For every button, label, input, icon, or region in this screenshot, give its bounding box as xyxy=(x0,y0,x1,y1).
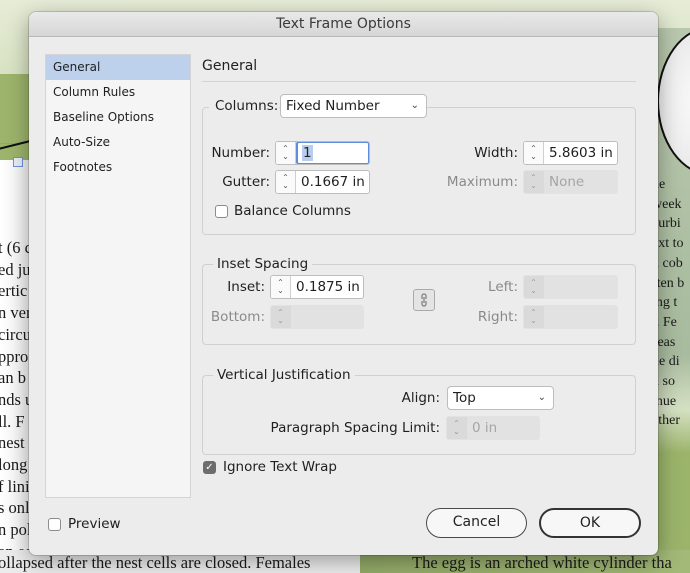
bottom-input xyxy=(291,306,363,328)
text-frame-options-dialog: Text Frame Options General Column Rules … xyxy=(29,12,658,555)
sidebar-item-general[interactable]: General xyxy=(46,55,190,80)
balance-columns-checkbox[interactable] xyxy=(215,205,228,218)
maximum-label: Maximum: xyxy=(446,174,518,190)
right-input xyxy=(544,306,617,328)
maximum-stepper: ⌃ ⌄ xyxy=(524,171,544,193)
balance-columns-label[interactable]: Balance Columns xyxy=(234,203,351,219)
width-input[interactable]: 5.8603 in xyxy=(544,142,617,164)
vertical-justification-group xyxy=(202,375,636,455)
columns-type-dropdown[interactable]: Fixed Number ⌄ xyxy=(280,94,427,118)
left-field: ⌃ ⌄ xyxy=(523,275,618,299)
preview-label[interactable]: Preview xyxy=(68,516,121,532)
sidebar-item-footnotes[interactable]: Footnotes xyxy=(46,155,190,180)
bottom-stepper: ⌃ ⌄ xyxy=(271,306,291,328)
left-input xyxy=(544,276,617,298)
document-text-bottom-left: ollapsed after the nest cells are closed… xyxy=(0,553,311,572)
maximum-input: None xyxy=(549,174,585,190)
paragraph-spacing-limit-stepper: ⌃ ⌄ xyxy=(447,417,467,439)
cancel-button[interactable]: Cancel xyxy=(426,508,527,538)
document-text-bottom-right: The egg is an arched white cylinder tha xyxy=(412,553,672,572)
columns-label: Columns: xyxy=(215,98,279,114)
vertical-justification-legend: Vertical Justification xyxy=(213,367,355,383)
sidebar-item-auto-size[interactable]: Auto-Size xyxy=(46,130,190,155)
dialog-title: Text Frame Options xyxy=(29,12,658,37)
gutter-label: Gutter: xyxy=(222,174,270,190)
sidebar-item-column-rules[interactable]: Column Rules xyxy=(46,80,190,105)
inset-stepper[interactable]: ⌃ ⌄ xyxy=(271,276,291,298)
inset-spacing-legend: Inset Spacing xyxy=(213,256,313,272)
number-input[interactable]: 1 xyxy=(296,142,369,164)
chevron-down-icon: ⌄ xyxy=(530,152,537,161)
number-label: Number: xyxy=(211,145,270,161)
panel-title: General xyxy=(202,58,258,74)
number-field[interactable]: ⌃ ⌄ 1 xyxy=(275,141,370,165)
paragraph-spacing-limit-field: ⌃ ⌄ 0 in xyxy=(446,416,540,440)
align-dropdown[interactable]: Top ⌄ xyxy=(447,386,554,410)
right-label: Right: xyxy=(477,309,518,325)
maximum-field: ⌃ ⌄ None xyxy=(523,170,618,194)
chevron-down-icon: ⌄ xyxy=(282,152,289,161)
width-field[interactable]: ⌃ ⌄ 5.8603 in xyxy=(523,141,618,165)
checkmark-icon: ✓ xyxy=(205,462,214,473)
chevron-down-icon: ⌄ xyxy=(530,286,537,295)
preview-checkbox[interactable] xyxy=(48,518,61,531)
sidebar: General Column Rules Baseline Options Au… xyxy=(45,54,191,498)
chain-link-icon xyxy=(421,293,427,307)
chevron-down-icon: ⌄ xyxy=(530,181,537,190)
chevron-down-icon: ⌄ xyxy=(530,316,537,325)
inset-label: Inset: xyxy=(227,279,265,295)
chevron-down-icon: ⌄ xyxy=(453,427,460,436)
panel-divider xyxy=(202,81,636,82)
inset-input[interactable]: 0.1875 in xyxy=(291,276,363,298)
columns-type-value: Fixed Number xyxy=(286,98,380,114)
sidebar-item-baseline-options[interactable]: Baseline Options xyxy=(46,105,190,130)
number-value: 1 xyxy=(302,145,313,161)
left-label: Left: xyxy=(488,279,518,295)
right-stepper: ⌃ ⌄ xyxy=(524,306,544,328)
paragraph-spacing-limit-input: 0 in xyxy=(472,420,498,436)
gutter-field[interactable]: ⌃ ⌄ 0.1667 in xyxy=(275,170,370,194)
inset-field[interactable]: ⌃ ⌄ 0.1875 in xyxy=(270,275,364,299)
width-stepper[interactable]: ⌃ ⌄ xyxy=(524,142,544,164)
left-stepper: ⌃ ⌄ xyxy=(524,276,544,298)
bottom-field: ⌃ ⌄ xyxy=(270,305,364,329)
number-stepper[interactable]: ⌃ ⌄ xyxy=(276,142,296,164)
chevron-down-icon: ⌄ xyxy=(282,181,289,190)
ignore-text-wrap-label[interactable]: Ignore Text Wrap xyxy=(223,459,337,475)
width-label: Width: xyxy=(474,145,518,161)
paragraph-spacing-limit-label: Paragraph Spacing Limit: xyxy=(270,420,440,436)
chevron-down-icon: ⌄ xyxy=(277,286,284,295)
frame-handle[interactable] xyxy=(13,157,23,167)
chevron-down-icon: ⌄ xyxy=(277,316,284,325)
align-label: Align: xyxy=(401,390,440,406)
right-field: ⌃ ⌄ xyxy=(523,305,618,329)
ok-button[interactable]: OK xyxy=(539,508,641,538)
link-inset-button[interactable] xyxy=(413,289,435,311)
gutter-stepper[interactable]: ⌃ ⌄ xyxy=(276,171,296,193)
chevron-down-icon: ⌄ xyxy=(537,392,546,403)
gutter-input[interactable]: 0.1667 in xyxy=(296,171,369,193)
chevron-down-icon: ⌄ xyxy=(410,100,419,111)
ignore-text-wrap-checkbox[interactable]: ✓ xyxy=(203,461,216,474)
align-value: Top xyxy=(453,390,476,406)
bottom-label: Bottom: xyxy=(210,309,265,325)
